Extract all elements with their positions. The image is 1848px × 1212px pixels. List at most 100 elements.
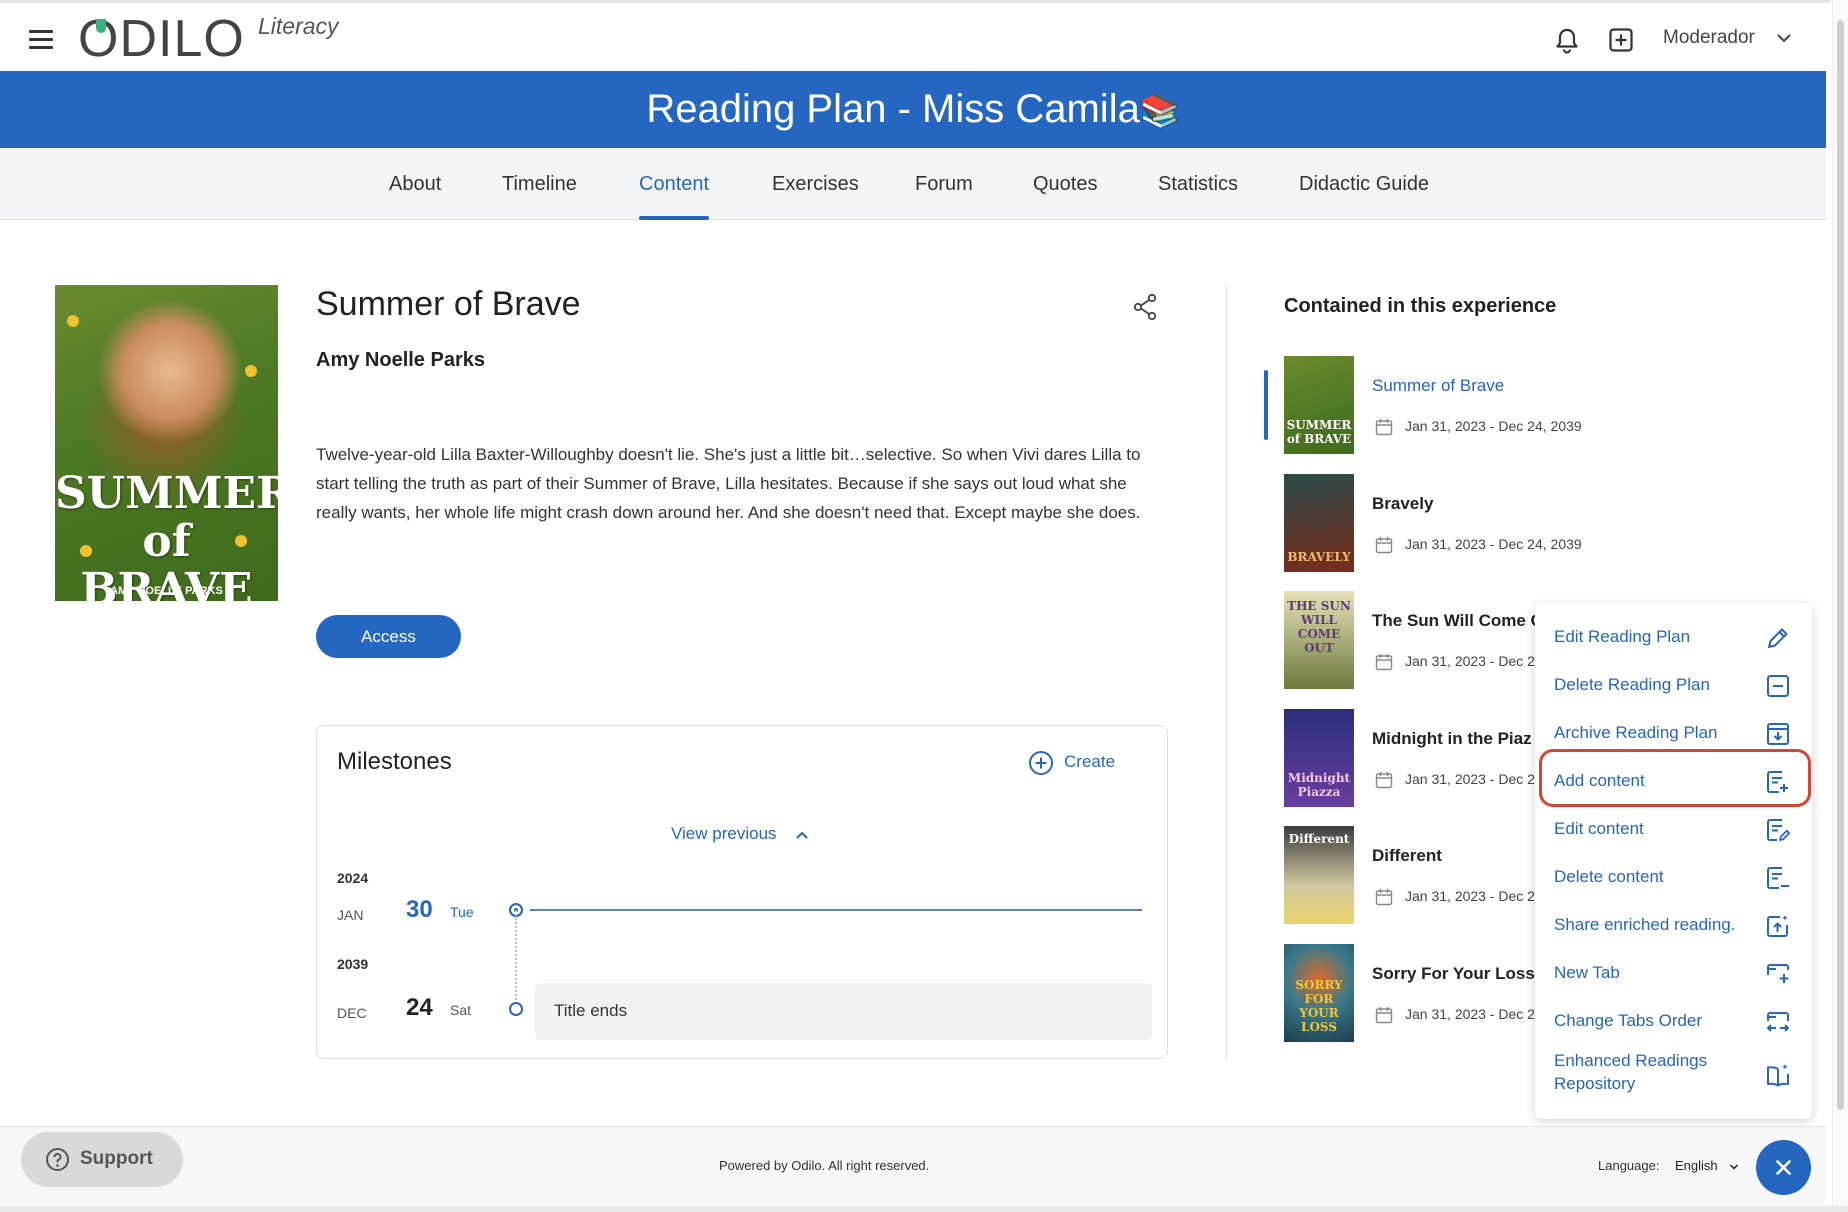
content-title[interactable]: Bravely [1372,494,1433,514]
content-thumbnail[interactable]: SORRY FOR YOUR LOSS [1284,944,1354,1042]
book-sparkle-icon [1767,1064,1789,1087]
chevron-down-icon[interactable] [1729,1163,1739,1171]
menu-item-delete-content[interactable]: Delete content [1535,853,1812,901]
delete-content-icon [1767,867,1789,889]
calendar-icon [1375,654,1393,671]
content-thumbnail[interactable]: Different [1284,826,1354,924]
pencil-icon [1768,628,1788,648]
menu-item-add-content[interactable]: Add content [1535,757,1812,805]
content-thumbnail[interactable]: Midnight Piazza [1284,709,1354,807]
milestone-year: 2039 [337,956,369,972]
content-thumbnail[interactable]: BRAVELY [1284,474,1354,572]
help-circle-icon [46,1148,69,1171]
hamburger-menu-icon[interactable] [29,30,53,50]
book-title: Summer of Brave [316,285,581,323]
content-title[interactable]: The Sun Will Come O [1372,611,1544,631]
add-content-icon [1767,771,1788,793]
tab-timeline[interactable]: Timeline [502,148,577,220]
tab-statistics[interactable]: Statistics [1158,148,1238,220]
menu-item-label: Edit Reading Plan [1554,627,1691,646]
new-tab-icon [1767,964,1789,983]
today-line [530,909,1142,911]
view-previous-link[interactable]: View previous [671,824,777,844]
milestones-card: Milestones Create View previous 2024 JAN… [316,725,1168,1059]
milestone-year: 2024 [337,870,369,886]
flower-decoration [67,315,79,327]
tab-didactic-guide[interactable]: Didactic Guide [1299,148,1429,220]
bell-icon[interactable] [1554,27,1580,55]
language-select[interactable]: English [1675,1158,1718,1173]
tab-exercises[interactable]: Exercises [772,148,859,220]
menu-item-label: New Tab [1554,963,1620,982]
menu-item-enhanced-readings-repository[interactable]: Enhanced Readings Repository [1535,1045,1812,1105]
content-title[interactable]: Summer of Brave [1372,376,1504,396]
content-title[interactable]: Sorry For Your Loss [1372,964,1535,984]
content-item[interactable]: BRAVELY Bravely Jan 31, 2023 - Dec 24, 2… [1284,474,1804,574]
minus-box-icon [1767,675,1789,697]
add-box-icon[interactable] [1609,28,1633,52]
milestone-month: DEC [337,1005,367,1021]
tab-content[interactable]: Content [639,148,710,220]
window-edge [0,1206,1848,1212]
content-item[interactable]: SUMMER of BRAVE Summer of Brave Jan 31, … [1284,356,1804,456]
menu-item-edit-content[interactable]: Edit content [1535,805,1812,853]
share-icon[interactable] [1132,293,1158,321]
book-cover[interactable]: SUMMER of BRAVE AMY NOELLE PARKS [55,285,278,601]
menu-item-share-enriched-reading[interactable]: Share enriched reading. [1535,901,1812,949]
menu-item-new-tab[interactable]: New Tab [1535,949,1812,997]
access-button[interactable]: Access [316,615,461,658]
thumb-title: Different [1288,832,1350,846]
powered-by-text: Powered by Odilo. All right reserved. [719,1158,930,1173]
milestones-title: Milestones [337,748,452,775]
content-date-range: Jan 31, 2023 - Dec 2 [1405,1006,1535,1022]
close-menu-button[interactable] [1756,1140,1811,1195]
scrollbar-thumb[interactable] [1837,20,1844,1110]
menu-item-label: Edit content [1554,819,1644,838]
content-date-range: Jan 31, 2023 - Dec 2 [1405,771,1535,787]
cover-face-art [95,295,245,465]
milestone-day: 30 [406,896,433,923]
edit-content-icon [1767,819,1791,841]
page-title-banner: Reading Plan - Miss Camila📚 [0,71,1826,148]
calendar-icon [1375,537,1393,554]
flower-decoration [245,365,257,377]
content-date-range: Jan 31, 2023 - Dec 2 [1405,888,1535,904]
tab-about[interactable]: About [389,148,441,220]
content-date-range: Jan 31, 2023 - Dec 24, 2039 [1405,418,1582,434]
menu-item-archive-reading-plan[interactable]: Archive Reading Plan [1535,709,1812,757]
tab-forum[interactable]: Forum [915,148,973,220]
support-button[interactable]: Support [21,1132,183,1187]
timeline-connector [515,910,517,1008]
tab-quotes[interactable]: Quotes [1033,148,1097,220]
thumb-title: SUMMER of BRAVE [1286,418,1352,446]
odilo-logo[interactable]: ODILO Literacy [78,11,358,67]
cover-author: AMY NOELLE PARKS [110,585,223,597]
user-menu[interactable]: Moderador [1663,27,1755,49]
plus-circle-icon [1029,751,1053,775]
content-title[interactable]: Different [1372,846,1442,866]
menu-item-delete-reading-plan[interactable]: Delete Reading Plan [1535,661,1812,709]
menu-item-edit-reading-plan[interactable]: Edit Reading Plan [1535,613,1812,661]
actions-menu: Edit Reading Plan Delete Reading Plan Ar… [1535,603,1812,1119]
content-thumbnail[interactable]: SUMMER of BRAVE [1284,356,1354,454]
logo-subtitle: Literacy [258,13,339,39]
menu-item-label: Change Tabs Order [1554,1011,1703,1030]
content-title[interactable]: Midnight in the Piaz [1372,729,1532,749]
scrollbar[interactable] [1832,0,1848,1212]
chevron-up-icon[interactable] [795,830,809,840]
menu-item-label: Add content [1554,771,1645,790]
language-label: Language: [1598,1158,1660,1173]
content-thumbnail[interactable]: THE SUN WILL COME OUT [1284,591,1354,689]
menu-item-change-tabs-order[interactable]: Change Tabs Order [1535,997,1812,1045]
milestone-month: JAN [337,907,364,923]
content-date-range: Jan 31, 2023 - Dec 2 [1405,653,1535,669]
milestone-weekday: Sat [450,1002,472,1018]
milestone-event[interactable]: Title ends [535,983,1152,1040]
archive-icon [1767,723,1789,745]
chevron-down-icon[interactable] [1776,31,1792,45]
tab-bar: About Timeline Content Exercises Forum Q… [0,148,1826,220]
tabs-order-icon [1766,1012,1790,1032]
support-label: Support [80,1148,153,1169]
menu-item-label: Delete Reading Plan [1554,675,1710,694]
cover-title: SUMMER of BRAVE [55,468,278,602]
